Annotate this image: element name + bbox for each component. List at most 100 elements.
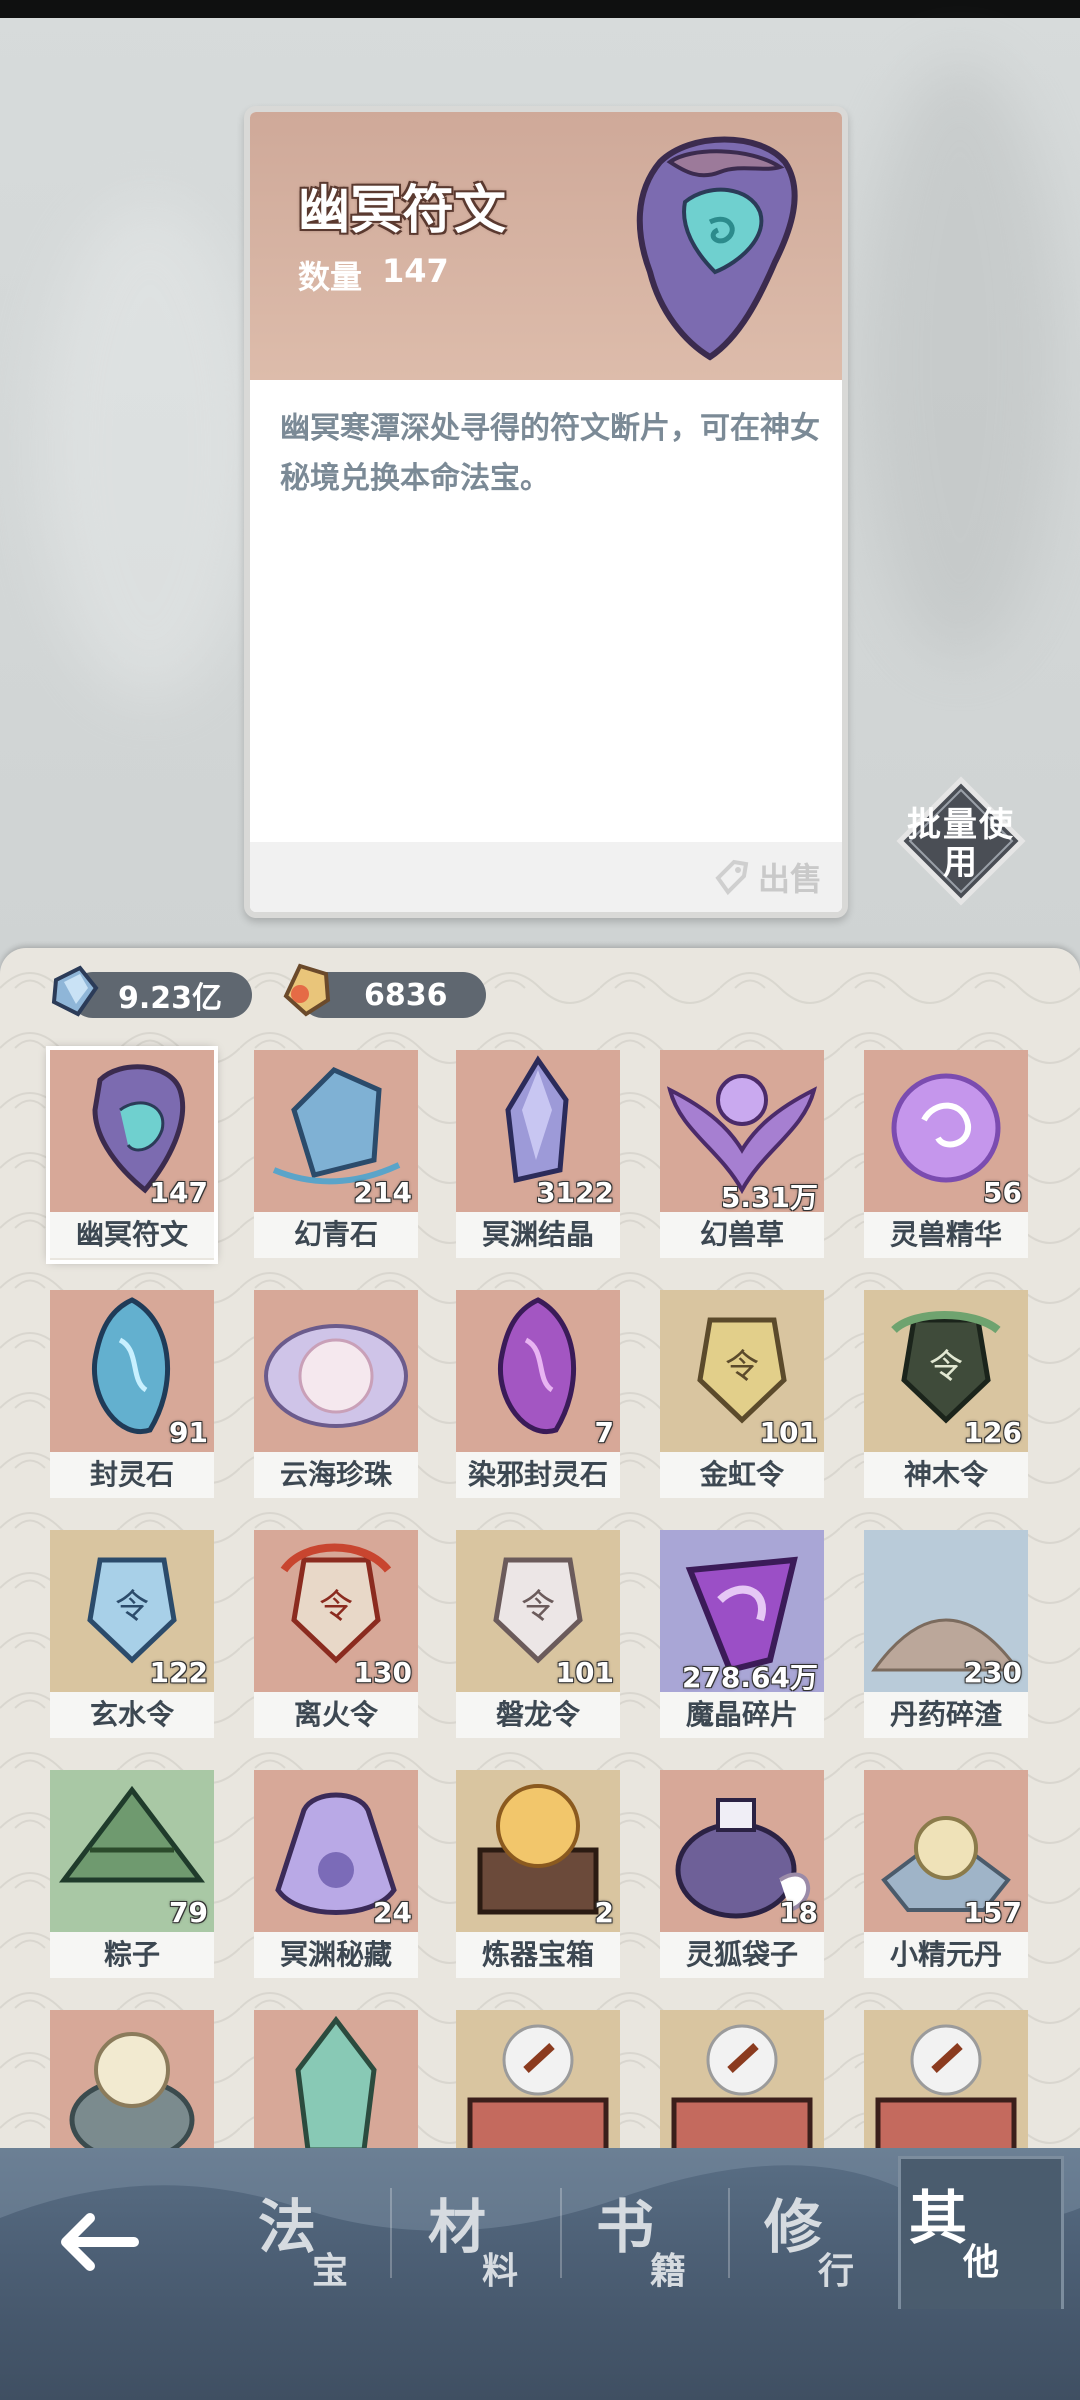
svg-text:令: 令: [725, 1347, 759, 1387]
tab-label-main: 书: [596, 2193, 655, 2261]
back-arrow-icon[interactable]: [54, 2202, 144, 2282]
sell-icon: [715, 859, 749, 896]
pearl-icon: [254, 1290, 418, 1452]
item-name: 幻兽草: [660, 1212, 824, 1258]
item-name: 冥渊秘藏: [254, 1932, 418, 1978]
tab-label-sub: 宝: [312, 2251, 349, 2292]
inventory-item[interactable]: 230 丹药碎渣: [864, 1530, 1028, 1740]
inventory-item[interactable]: 56 灵兽精华: [864, 1050, 1028, 1260]
batch-use-button[interactable]: 批量使用: [896, 776, 1026, 906]
item-detail-card: 幽冥符文 数量 147 幽冥寒潭深处寻得的符文断片，可在神女秘境兑换本命法宝。 …: [244, 106, 848, 918]
tab-书[interactable]: 书籍: [588, 2168, 748, 2292]
item-quantity: 18: [779, 1896, 818, 1929]
tab-separator: [560, 2188, 562, 2278]
item-description: 幽冥寒潭深处寻得的符文断片，可在神女秘境兑换本命法宝。: [280, 411, 820, 496]
item-name: 魔晶碎片: [660, 1692, 824, 1738]
item-quantity: 147: [149, 1176, 208, 1209]
inventory-item[interactable]: 2 炼器宝箱: [456, 1770, 620, 1980]
item-quantity: 122: [149, 1656, 208, 1689]
tab-label-sub: 籍: [650, 2251, 687, 2292]
inventory-item[interactable]: 令 126 神木令: [864, 1290, 1028, 1500]
gold-crystal-value: 6836: [364, 977, 448, 1013]
tab-label-main: 修: [764, 2193, 823, 2261]
inventory-item[interactable]: 214 幻青石: [254, 1050, 418, 1260]
svg-text:令: 令: [929, 1347, 963, 1387]
inventory-item[interactable]: 24 冥渊秘藏: [254, 1770, 418, 1980]
item-quantity: 214: [353, 1176, 412, 1209]
item-name: 灵狐袋子: [660, 1932, 824, 1978]
item-title: 幽冥符文: [298, 181, 507, 241]
item-quantity: 24: [373, 1896, 412, 1929]
item-quantity: 56: [983, 1176, 1022, 1209]
batch-use-label: 批量使用: [907, 805, 1015, 883]
item-name: 云海珍珠: [254, 1452, 418, 1498]
sell-label: 出售: [757, 860, 822, 898]
item-name: 玄水令: [50, 1692, 214, 1738]
item-name: 幻青石: [254, 1212, 418, 1258]
item-name: 封灵石: [50, 1452, 214, 1498]
item-name: 粽子: [50, 1932, 214, 1978]
rune-icon: [636, 136, 798, 361]
item-quantity: 2: [594, 1896, 614, 1929]
tab-label-main: 材: [428, 2193, 487, 2261]
tab-label-sub: 料: [482, 2251, 519, 2292]
svg-text:令: 令: [319, 1587, 353, 1627]
svg-text:令: 令: [115, 1587, 149, 1627]
item-name: 冥渊结晶: [456, 1212, 620, 1258]
inventory-item[interactable]: 令 101 金虹令: [660, 1290, 824, 1500]
inventory-item[interactable]: 令 130 离火令: [254, 1530, 418, 1740]
gold-crystal-icon: [283, 963, 331, 1017]
inventory-item[interactable]: 令 101 磐龙令: [456, 1530, 620, 1740]
tab-修[interactable]: 修行: [756, 2168, 916, 2292]
item-quantity: 278.64万: [681, 1661, 818, 1694]
spirit-stone-icon: [51, 965, 99, 1017]
tab-label-sub: 他: [963, 2242, 1000, 2283]
item-quantity: 157: [963, 1896, 1022, 1929]
item-quantity: 5.31万: [720, 1181, 818, 1214]
item-quantity: 230: [963, 1656, 1022, 1689]
item-name: 炼器宝箱: [456, 1932, 620, 1978]
inventory-item[interactable]: 79 粽子: [50, 1770, 214, 1980]
tab-label-sub: 行: [818, 2251, 855, 2292]
item-quantity: 101: [555, 1656, 614, 1689]
item-name: 离火令: [254, 1692, 418, 1738]
sell-button[interactable]: 出售: [712, 854, 822, 900]
tab-separator: [390, 2188, 392, 2278]
quantity-label: 数量: [298, 258, 363, 296]
card-footer: 出售: [250, 842, 842, 912]
item-name: 幽冥符文: [50, 1212, 214, 1258]
item-name: 染邪封灵石: [456, 1452, 620, 1498]
tab-法[interactable]: 法宝: [250, 2168, 410, 2292]
item-name: 神木令: [864, 1452, 1028, 1498]
inventory-item[interactable]: 278.64万 魔晶碎片: [660, 1530, 824, 1740]
item-name: 金虹令: [660, 1452, 824, 1498]
tab-label-main: 其: [909, 2184, 968, 2252]
inventory-item[interactable]: 5.31万 幻兽草: [660, 1050, 824, 1260]
inventory-item[interactable]: 157 小精元丹: [864, 1770, 1028, 1980]
tab-label-main: 法: [258, 2193, 317, 2261]
inventory-item[interactable]: 云海珍珠: [254, 1290, 418, 1500]
inventory-item[interactable]: 3122 冥渊结晶: [456, 1050, 620, 1260]
inventory-item[interactable]: 18 灵狐袋子: [660, 1770, 824, 1980]
tab-材[interactable]: 材料: [420, 2168, 580, 2292]
quantity-value: 147: [382, 252, 449, 290]
inventory-item[interactable]: 91 封灵石: [50, 1290, 214, 1500]
item-quantity: 130: [353, 1656, 412, 1689]
item-name: 丹药碎渣: [864, 1692, 1028, 1738]
background-mist: [40, 200, 260, 700]
item-quantity: 7: [594, 1416, 614, 1449]
background-mist: [860, 60, 1060, 660]
spirit-stone-value: 9.23亿: [118, 981, 223, 1016]
svg-text:令: 令: [521, 1587, 555, 1627]
tab-separator: [728, 2188, 730, 2278]
item-name: 小精元丹: [864, 1932, 1028, 1978]
item-quantity: 3122: [536, 1176, 614, 1209]
inventory-item[interactable]: 147 幽冥符文: [46, 1046, 218, 1264]
status-bar: [0, 0, 1080, 18]
item-quantity: 126: [963, 1416, 1022, 1449]
inventory-item[interactable]: 令 122 玄水令: [50, 1530, 214, 1740]
tab-其[interactable]: 其他: [898, 2156, 1064, 2309]
item-name: 灵兽精华: [864, 1212, 1028, 1258]
inventory-item[interactable]: 7 染邪封灵石: [456, 1290, 620, 1500]
item-name: 磐龙令: [456, 1692, 620, 1738]
